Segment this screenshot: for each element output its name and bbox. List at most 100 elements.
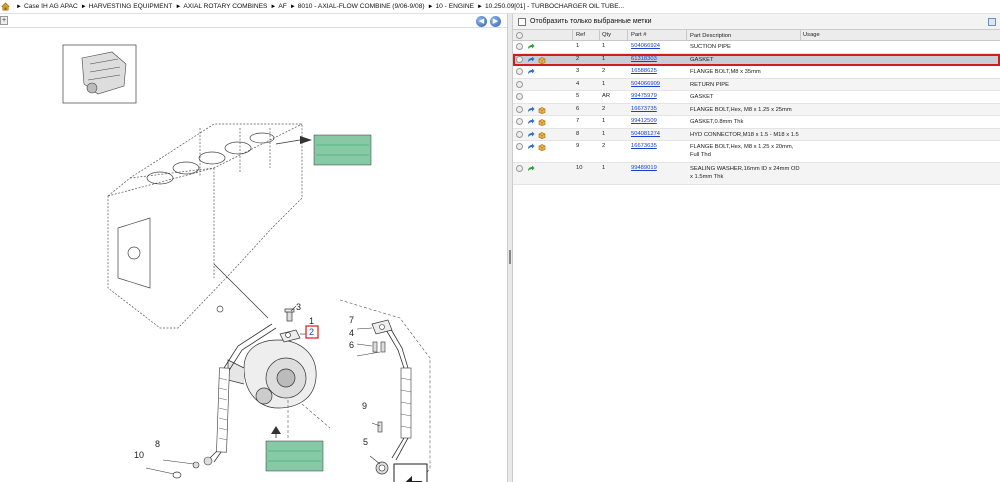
next-diagram-icon[interactable]: ▶ xyxy=(490,16,501,27)
row-select-icon[interactable] xyxy=(516,93,523,100)
breadcrumb-item-1[interactable]: ► Case IH AG APAC xyxy=(13,3,78,10)
replacement-arrow-icon[interactable] xyxy=(527,165,535,173)
grid-settings-icon[interactable] xyxy=(988,18,996,26)
row-qty: 1 xyxy=(602,118,606,124)
row-part-number-link[interactable]: 16588625 xyxy=(631,68,657,74)
row-part-number-link[interactable]: 504066909 xyxy=(631,81,660,87)
row-ref: 8 xyxy=(576,130,580,137)
row-ref: 7 xyxy=(576,118,580,124)
splitter-grip-icon[interactable] xyxy=(509,250,511,264)
table-row[interactable]: 7 1 99412509 GASKET,0.8mm Thk xyxy=(513,116,1000,129)
row-part-number-link[interactable]: 504081274 xyxy=(631,131,660,137)
supersede-arrow-icon[interactable] xyxy=(527,68,535,76)
engine-block-drawing xyxy=(107,123,303,329)
row-description: SEALING WASHER,16mm ID x 24mm OD x 1.5mm… xyxy=(690,166,800,180)
row-description: RETURN PIPE xyxy=(690,81,729,88)
supersede-arrow-icon[interactable] xyxy=(527,56,535,64)
row-select-icon[interactable] xyxy=(516,118,523,125)
row-qty: 1 xyxy=(602,130,606,137)
table-row[interactable]: 3 2 16588625 FLANGE BOLT,M8 x 35mm xyxy=(513,66,1000,79)
callout-2[interactable]: 2 xyxy=(309,327,314,337)
home-icon[interactable] xyxy=(1,2,10,11)
row-qty: 1 xyxy=(602,43,606,49)
next-page-arrow-icon[interactable] xyxy=(393,463,428,482)
callout-4[interactable]: 4 xyxy=(349,328,354,338)
cart-box-icon[interactable] xyxy=(538,56,546,64)
previous-diagram-icon[interactable]: ◀ xyxy=(476,16,487,27)
row-part-number-link[interactable]: 99412509 xyxy=(631,118,657,124)
row-select-icon[interactable] xyxy=(516,43,523,50)
row-part-number-link[interactable]: 16673735 xyxy=(631,106,657,112)
callout-7[interactable]: 7 xyxy=(349,315,354,325)
header-qty[interactable]: Qty xyxy=(602,32,611,38)
row-description: GASKET xyxy=(690,94,714,100)
row-select-icon[interactable] xyxy=(516,68,523,75)
table-row[interactable]: 5 AR 99475979 GASKET xyxy=(513,91,1000,104)
table-row[interactable]: 1 1 504066924 SUCTION PIPE xyxy=(513,41,1000,54)
header-ref[interactable]: Ref xyxy=(576,32,585,38)
row-part-number-link[interactable]: 16673635 xyxy=(631,143,657,149)
row-part-number-link[interactable]: 504066924 xyxy=(631,43,660,49)
table-row[interactable]: 4 1 504066909 RETURN PIPE xyxy=(513,78,1000,91)
cart-box-icon[interactable] xyxy=(538,143,546,151)
table-row[interactable]: 10 1 99489019 SEALING WASHER,16mm ID x 24mm… xyxy=(513,163,1000,185)
row-ref: 6 xyxy=(576,105,580,112)
callout-3[interactable]: 3 xyxy=(296,302,301,312)
row-qty: 2 xyxy=(602,105,606,112)
header-part-number[interactable]: Part # xyxy=(631,32,646,38)
zoom-icon[interactable]: + xyxy=(0,16,8,25)
header-usage[interactable]: Usage xyxy=(803,32,820,38)
breadcrumb-item-3[interactable]: ► AXIAL ROTARY COMBINES xyxy=(172,3,267,10)
row-select-icon[interactable] xyxy=(516,165,523,172)
breadcrumb-item-5[interactable]: ► 8010 - AXIAL-FLOW COMBINE (9/06-9/08) xyxy=(287,3,425,10)
row-select-icon[interactable] xyxy=(516,143,523,150)
breadcrumb-item-2[interactable]: ► HARVESTING EQUIPMENT xyxy=(78,3,173,10)
exploded-diagram: 3 1 2 7 4 6 9 5 8 10 xyxy=(62,44,431,482)
row-qty: 1 xyxy=(602,55,606,62)
row-description: FLANGE BOLT,M8 x 35mm xyxy=(690,69,761,75)
parts-table: Ref Qty Part # Part Description Usage 1 1… xyxy=(513,30,1000,185)
table-row[interactable]: 9 2 16673635 FLANGE BOLT,Hex, M8 x 1.25 x 2… xyxy=(513,141,1000,163)
supersede-arrow-icon[interactable] xyxy=(527,118,535,126)
cart-box-icon[interactable] xyxy=(538,131,546,139)
supersede-arrow-icon[interactable] xyxy=(527,106,535,114)
row-ref: 5 xyxy=(576,93,580,99)
row-select-icon[interactable] xyxy=(516,130,523,138)
row-qty: 2 xyxy=(602,143,606,149)
breadcrumb-item-4[interactable]: ► AF xyxy=(267,3,286,10)
engine-thumbnail[interactable] xyxy=(62,44,137,104)
cart-box-icon[interactable] xyxy=(538,118,546,126)
row-description: GASKET,0.8mm Thk xyxy=(690,119,744,125)
row-select-icon[interactable] xyxy=(516,55,523,63)
callout-9[interactable]: 9 xyxy=(362,401,367,411)
row-description: FLANGE BOLT,Hex, M8 x 1.25 x 20mm, Full … xyxy=(690,144,794,158)
row-select-icon[interactable] xyxy=(516,105,523,113)
callout-6[interactable]: 6 xyxy=(349,340,354,350)
row-ref: 4 xyxy=(576,80,580,87)
show-selected-only-label[interactable]: Отобразить только выбранные метки xyxy=(530,18,651,25)
callout-5[interactable]: 5 xyxy=(363,437,368,447)
table-row[interactable]: 6 2 16673735 FLANGE BOLT,Hex, M8 x 1.25 x 2… xyxy=(513,103,1000,116)
table-header: Ref Qty Part # Part Description Usage xyxy=(513,30,1000,41)
parts-list-pane: Отобразить только выбранные метки Ref Qt… xyxy=(513,14,1000,482)
table-row[interactable]: 2 1 61318303 GASKET xyxy=(513,53,1000,66)
breadcrumb-item-6[interactable]: ► 10 - ENGINE xyxy=(425,3,474,10)
callout-10[interactable]: 10 xyxy=(134,450,144,460)
show-selected-only-checkbox[interactable] xyxy=(518,17,526,26)
header-description[interactable]: Part Description xyxy=(690,32,802,40)
callout-1[interactable]: 1 xyxy=(309,316,314,326)
row-part-number-link[interactable]: 99489019 xyxy=(631,165,657,171)
callout-8[interactable]: 8 xyxy=(155,439,160,449)
row-description: HYD CONNECTOR,M18 x 1.5 - M18 x 1.5 xyxy=(690,131,799,138)
row-select-icon[interactable] xyxy=(516,80,523,88)
table-row[interactable]: 8 1 504081274 HYD CONNECTOR,M18 x 1.5 - M18… xyxy=(513,128,1000,141)
replacement-arrow-icon[interactable] xyxy=(527,43,535,51)
row-part-number-link[interactable]: 99475979 xyxy=(631,93,657,99)
row-part-number-link[interactable]: 61318303 xyxy=(631,56,657,62)
supersede-arrow-icon[interactable] xyxy=(527,143,535,151)
turbocharger-drawing xyxy=(227,339,317,409)
supersede-arrow-icon[interactable] xyxy=(527,131,535,139)
select-all-icon[interactable] xyxy=(516,32,523,39)
cart-box-icon[interactable] xyxy=(538,106,546,114)
diagram-toolbar: + ◀ ▶ xyxy=(0,14,507,28)
